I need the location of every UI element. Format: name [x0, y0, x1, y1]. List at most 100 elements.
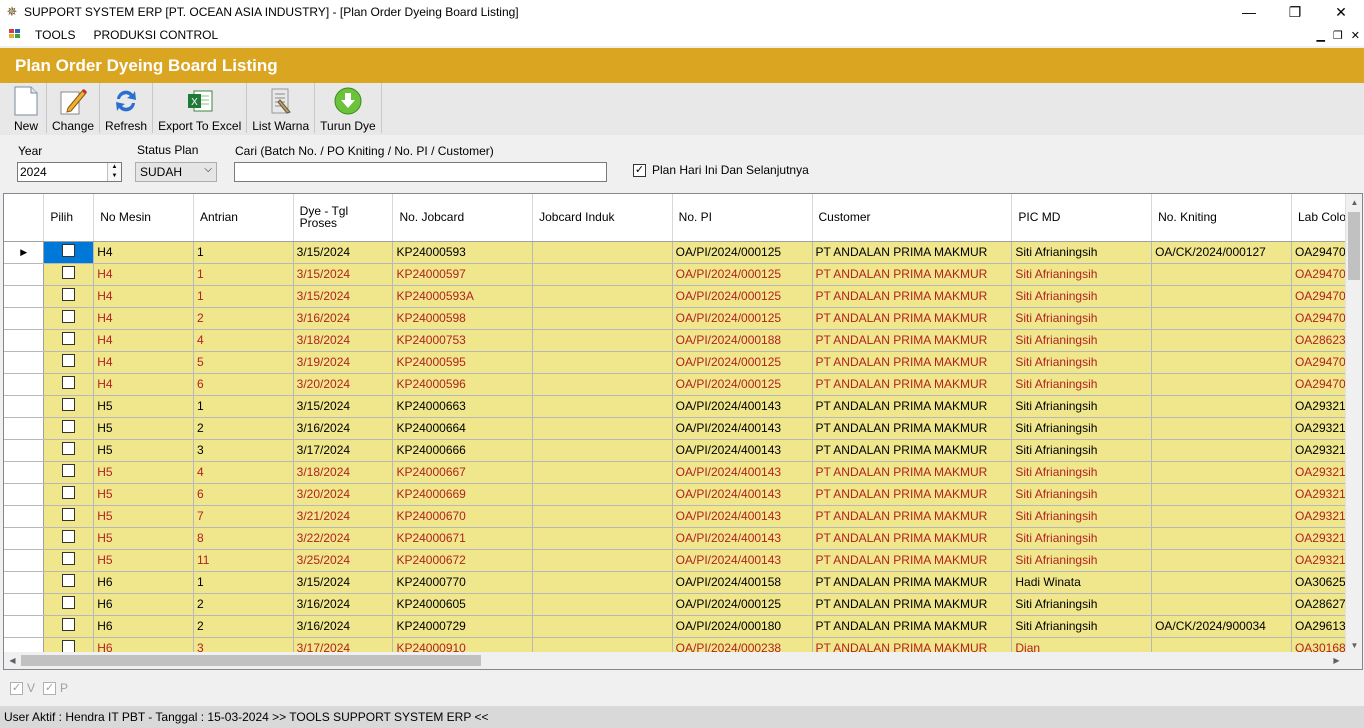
cell-antrian[interactable]: 2 — [193, 307, 294, 330]
list-warna-button[interactable]: List Warna — [247, 83, 316, 133]
cell-jobcard-induk[interactable] — [532, 439, 673, 462]
cell-no-pi[interactable]: OA/PI/2024/400143 — [672, 439, 813, 462]
cell-customer[interactable]: PT ANDALAN PRIMA MAKMUR — [812, 417, 1013, 440]
cell-no-mesin[interactable]: H5 — [93, 483, 194, 506]
cell-pic-md[interactable]: Siti Afrianingsih — [1011, 549, 1153, 572]
cell-no-mesin[interactable]: H5 — [93, 395, 194, 418]
cell-pic-md[interactable]: Siti Afrianingsih — [1011, 351, 1153, 374]
table-row[interactable]: H4 6 3/20/2024 KP24000596 OA/PI/2024/000125 P… — [4, 373, 1362, 396]
horizontal-scroll-thumb[interactable] — [21, 655, 481, 666]
turun-dye-button[interactable]: Turun Dye — [315, 83, 382, 133]
pilih-checkbox[interactable] — [62, 596, 76, 609]
row-header[interactable] — [4, 461, 45, 484]
cell-pilih[interactable] — [43, 527, 95, 550]
cell-no-jobcard[interactable]: KP24000663 — [392, 395, 534, 418]
cell-pilih[interactable] — [43, 593, 95, 616]
cell-customer[interactable]: PT ANDALAN PRIMA MAKMUR — [812, 571, 1013, 594]
cell-pilih[interactable] — [43, 241, 95, 264]
cell-customer[interactable]: PT ANDALAN PRIMA MAKMUR — [812, 395, 1013, 418]
cell-no-pi[interactable]: OA/PI/2024/400158 — [672, 571, 813, 594]
scroll-right-icon[interactable]: ▶ — [1328, 652, 1345, 669]
cell-no-pi[interactable]: OA/PI/2024/000125 — [672, 307, 813, 330]
cell-jobcard-induk[interactable] — [532, 351, 673, 374]
cell-no-jobcard[interactable]: KP24000593 — [392, 241, 534, 264]
cell-antrian[interactable]: 1 — [193, 285, 294, 308]
cell-no-kniting[interactable] — [1151, 505, 1292, 528]
cell-tgl-proses[interactable]: 3/16/2024 — [293, 307, 394, 330]
cell-antrian[interactable]: 8 — [193, 527, 294, 550]
cell-pilih[interactable] — [43, 549, 95, 572]
table-row[interactable]: H5 1 3/15/2024 KP24000663 OA/PI/2024/400143 P… — [4, 395, 1362, 418]
cell-no-pi[interactable]: OA/PI/2024/000125 — [672, 373, 813, 396]
cell-no-mesin[interactable]: H4 — [93, 329, 194, 352]
cell-pic-md[interactable]: Siti Afrianingsih — [1011, 285, 1153, 308]
cell-tgl-proses[interactable]: 3/18/2024 — [293, 461, 394, 484]
col-header-jobcard-induk[interactable]: Jobcard Induk — [532, 194, 673, 242]
cell-no-kniting[interactable] — [1151, 483, 1292, 506]
row-header[interactable] — [4, 527, 45, 550]
cell-antrian[interactable]: 6 — [193, 373, 294, 396]
cell-pic-md[interactable]: Siti Afrianingsih — [1011, 307, 1153, 330]
table-row[interactable]: H5 8 3/22/2024 KP24000671 OA/PI/2024/400143 P… — [4, 527, 1362, 550]
cell-jobcard-induk[interactable] — [532, 285, 673, 308]
col-header-pic-md[interactable]: PIC MD — [1011, 194, 1153, 242]
cell-customer[interactable]: PT ANDALAN PRIMA MAKMUR — [812, 241, 1013, 264]
pilih-checkbox[interactable] — [62, 310, 76, 323]
cell-pilih[interactable] — [43, 263, 95, 286]
cell-jobcard-induk[interactable] — [532, 263, 673, 286]
cell-pilih[interactable] — [43, 417, 95, 440]
cell-pic-md[interactable]: Siti Afrianingsih — [1011, 263, 1153, 286]
row-header[interactable] — [4, 373, 45, 396]
cell-jobcard-induk[interactable] — [532, 615, 673, 638]
pilih-checkbox[interactable] — [62, 464, 76, 477]
cell-pilih[interactable] — [43, 461, 95, 484]
cell-no-jobcard[interactable]: KP24000666 — [392, 439, 534, 462]
col-header-dye-tgl-proses[interactable]: Dye - Tgl Proses — [293, 194, 394, 242]
cell-tgl-proses[interactable]: 3/16/2024 — [293, 417, 394, 440]
cell-customer[interactable]: PT ANDALAN PRIMA MAKMUR — [812, 505, 1013, 528]
cell-tgl-proses[interactable]: 3/19/2024 — [293, 351, 394, 374]
year-spin-buttons[interactable]: ▲ ▼ — [107, 163, 121, 181]
cell-no-mesin[interactable]: H6 — [93, 615, 194, 638]
cell-pic-md[interactable]: Siti Afrianingsih — [1011, 439, 1153, 462]
cell-no-kniting[interactable] — [1151, 461, 1292, 484]
cell-no-jobcard[interactable]: KP24000753 — [392, 329, 534, 352]
cell-tgl-proses[interactable]: 3/15/2024 — [293, 571, 394, 594]
cell-jobcard-induk[interactable] — [532, 307, 673, 330]
row-header[interactable] — [4, 549, 45, 572]
table-row[interactable]: H5 6 3/20/2024 KP24000669 OA/PI/2024/400143 P… — [4, 483, 1362, 506]
pilih-checkbox[interactable] — [62, 508, 76, 521]
cell-pic-md[interactable]: Siti Afrianingsih — [1011, 527, 1153, 550]
row-header[interactable]: ▶ — [4, 241, 45, 264]
cell-no-jobcard[interactable]: KP24000593A — [392, 285, 534, 308]
table-row[interactable]: H6 1 3/15/2024 KP24000770 OA/PI/2024/400158 P… — [4, 571, 1362, 594]
cell-no-kniting[interactable] — [1151, 439, 1292, 462]
table-row[interactable]: H5 3 3/17/2024 KP24000666 OA/PI/2024/400143 P… — [4, 439, 1362, 462]
cell-no-jobcard[interactable]: KP24000597 — [392, 263, 534, 286]
cell-no-kniting[interactable] — [1151, 329, 1292, 352]
cell-no-jobcard[interactable]: KP24000672 — [392, 549, 534, 572]
row-header[interactable] — [4, 571, 45, 594]
cell-no-jobcard[interactable]: KP24000598 — [392, 307, 534, 330]
cell-no-pi[interactable]: OA/PI/2024/400143 — [672, 395, 813, 418]
row-header[interactable] — [4, 329, 45, 352]
scroll-left-icon[interactable]: ◀ — [4, 652, 21, 669]
table-row[interactable]: ▶ H4 1 3/15/2024 KP24000593 OA/PI/2024/000125… — [4, 241, 1362, 264]
cell-no-kniting[interactable] — [1151, 307, 1292, 330]
cell-customer[interactable]: PT ANDALAN PRIMA MAKMUR — [812, 351, 1013, 374]
restore-button[interactable]: ❐ — [1272, 0, 1318, 24]
cell-pic-md[interactable]: Siti Afrianingsih — [1011, 329, 1153, 352]
cell-antrian[interactable]: 2 — [193, 593, 294, 616]
close-button[interactable]: ✕ — [1318, 0, 1364, 24]
menu-tools[interactable]: TOOLS — [35, 28, 75, 42]
cell-no-jobcard[interactable]: KP24000595 — [392, 351, 534, 374]
horizontal-scrollbar[interactable]: ◀ ▶ — [4, 652, 1362, 669]
pilih-checkbox[interactable] — [62, 552, 76, 565]
cell-pic-md[interactable]: Siti Afrianingsih — [1011, 483, 1153, 506]
cell-antrian[interactable]: 1 — [193, 263, 294, 286]
cell-no-pi[interactable]: OA/PI/2024/000125 — [672, 593, 813, 616]
cell-no-mesin[interactable]: H4 — [93, 241, 194, 264]
cell-no-pi[interactable]: OA/PI/2024/400143 — [672, 417, 813, 440]
refresh-button[interactable]: Refresh — [100, 83, 154, 133]
cell-customer[interactable]: PT ANDALAN PRIMA MAKMUR — [812, 615, 1013, 638]
